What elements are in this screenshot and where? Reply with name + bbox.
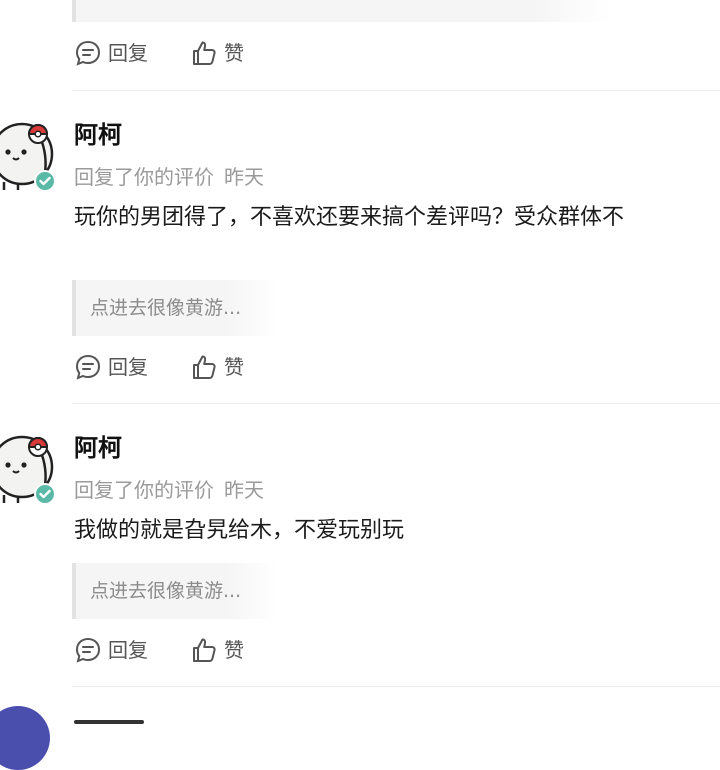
quoted-review[interactable]: 点进去很像黄游... [72, 563, 277, 619]
username[interactable]: 阿柯 [74, 118, 122, 152]
comment-divider [72, 686, 720, 687]
comment-text: 我做的就是旮旯给木，不爱玩别玩 [74, 518, 405, 543]
verified-badge-icon [34, 483, 56, 505]
comment-bubble-icon [75, 637, 101, 663]
like-button[interactable]: 赞 [190, 635, 244, 665]
comment-meta: 回复了你的评价 昨天 [74, 476, 264, 504]
avatar[interactable] [0, 706, 50, 770]
username[interactable]: 阿柯 [74, 431, 122, 465]
reply-button[interactable]: 回复 [74, 635, 148, 665]
action-text: 回复了你的评价 [74, 478, 214, 502]
comment-item: 阿柯 回复了你的评价 昨天 玩你的男团得了，不喜欢还要来搞个差评吗？受众群体不 点… [0, 0, 720, 380]
verified-badge-icon [34, 170, 56, 192]
like-label: 赞 [224, 638, 244, 662]
reply-label: 回复 [108, 638, 148, 662]
next-username-partial [74, 712, 144, 726]
thumbs-up-icon [193, 638, 216, 662]
comment-item: 阿柯 回复了你的评价 昨天 我做的就是旮旯给木，不爱玩别玩 点进去很像黄游... … [0, 313, 720, 663]
comment-meta: 回复了你的评价 昨天 [74, 163, 264, 191]
timestamp: 昨天 [224, 478, 264, 502]
action-text: 回复了你的评价 [74, 165, 214, 189]
timestamp: 昨天 [224, 165, 264, 189]
comment-text: 玩你的男团得了，不喜欢还要来搞个差评吗？受众群体不 [74, 205, 625, 230]
